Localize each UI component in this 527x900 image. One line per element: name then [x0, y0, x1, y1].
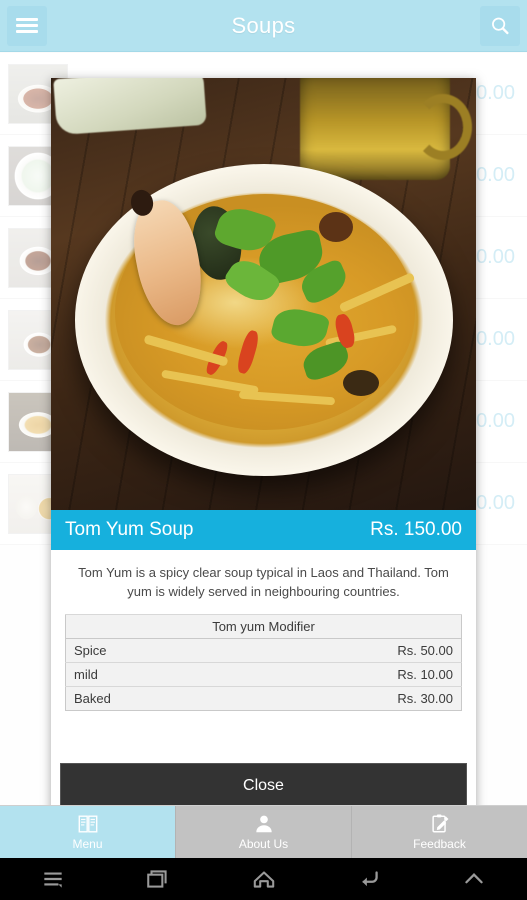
nav-home-button[interactable] — [211, 866, 316, 892]
tab-label: About Us — [238, 837, 289, 851]
hamburger-menu-button[interactable] — [7, 5, 47, 46]
nav-recents-button[interactable] — [105, 866, 210, 892]
search-icon — [492, 17, 509, 34]
tab-label: Feedback — [413, 837, 466, 851]
tab-about-us[interactable]: About Us — [176, 806, 352, 858]
chevron-up-icon — [465, 873, 484, 884]
page-title: Soups — [231, 12, 296, 38]
modal-item-title: Tom Yum Soup — [65, 519, 194, 540]
modifier-price: Rs. 30.00 — [233, 685, 462, 711]
nav-menu-button[interactable] — [0, 866, 105, 892]
tab-menu[interactable]: Menu — [0, 806, 176, 858]
nav-expand-button[interactable] — [422, 866, 527, 892]
home-icon — [253, 871, 274, 888]
modifier-label: mild — [65, 661, 234, 687]
tab-feedback[interactable]: Feedback — [352, 806, 527, 858]
modifier-table: Tom yum Modifier Spice Rs. 50.00 mild Rs… — [65, 613, 462, 711]
clipboard-pencil-icon — [431, 814, 448, 833]
app-root: Soups 0.00 0.00 0.00 0.00 — [0, 0, 527, 900]
modifier-price: Rs. 10.00 — [233, 661, 462, 687]
recents-icon — [147, 870, 167, 888]
modifier-table-header: Tom yum Modifier — [65, 613, 462, 639]
menu-icon — [44, 872, 62, 888]
modal-description: Tom Yum is a spicy clear soup typical in… — [78, 565, 449, 599]
search-button[interactable] — [480, 5, 520, 46]
person-icon — [255, 815, 272, 833]
modal-item-price: Rs. 150.00 — [370, 519, 462, 540]
close-button[interactable]: Close — [60, 762, 467, 809]
modifier-row[interactable]: Baked Rs. 30.00 — [65, 685, 462, 711]
modifier-label: Baked — [65, 685, 234, 711]
modifier-label: Spice — [65, 637, 234, 663]
hamburger-menu-icon — [16, 15, 38, 36]
modifier-price: Rs. 50.00 — [233, 637, 462, 663]
tab-label: Menu — [72, 837, 103, 851]
back-icon — [362, 871, 378, 887]
bottom-tabbar: Menu About Us Feedback — [0, 805, 527, 858]
nav-back-button[interactable] — [316, 866, 421, 892]
modal-spacer — [51, 718, 476, 763]
modifier-row[interactable]: mild Rs. 10.00 — [65, 661, 462, 687]
app-header: Soups — [0, 0, 527, 52]
modal-titlebar: Tom Yum Soup Rs. 150.00 — [51, 510, 476, 550]
modifier-row[interactable]: Spice Rs. 50.00 — [65, 637, 462, 663]
android-navbar — [0, 858, 527, 900]
item-detail-modal: Tom Yum Soup Rs. 150.00 Tom Yum is a spi… — [51, 78, 476, 818]
item-photo — [51, 78, 476, 510]
book-menu-icon — [78, 815, 97, 833]
